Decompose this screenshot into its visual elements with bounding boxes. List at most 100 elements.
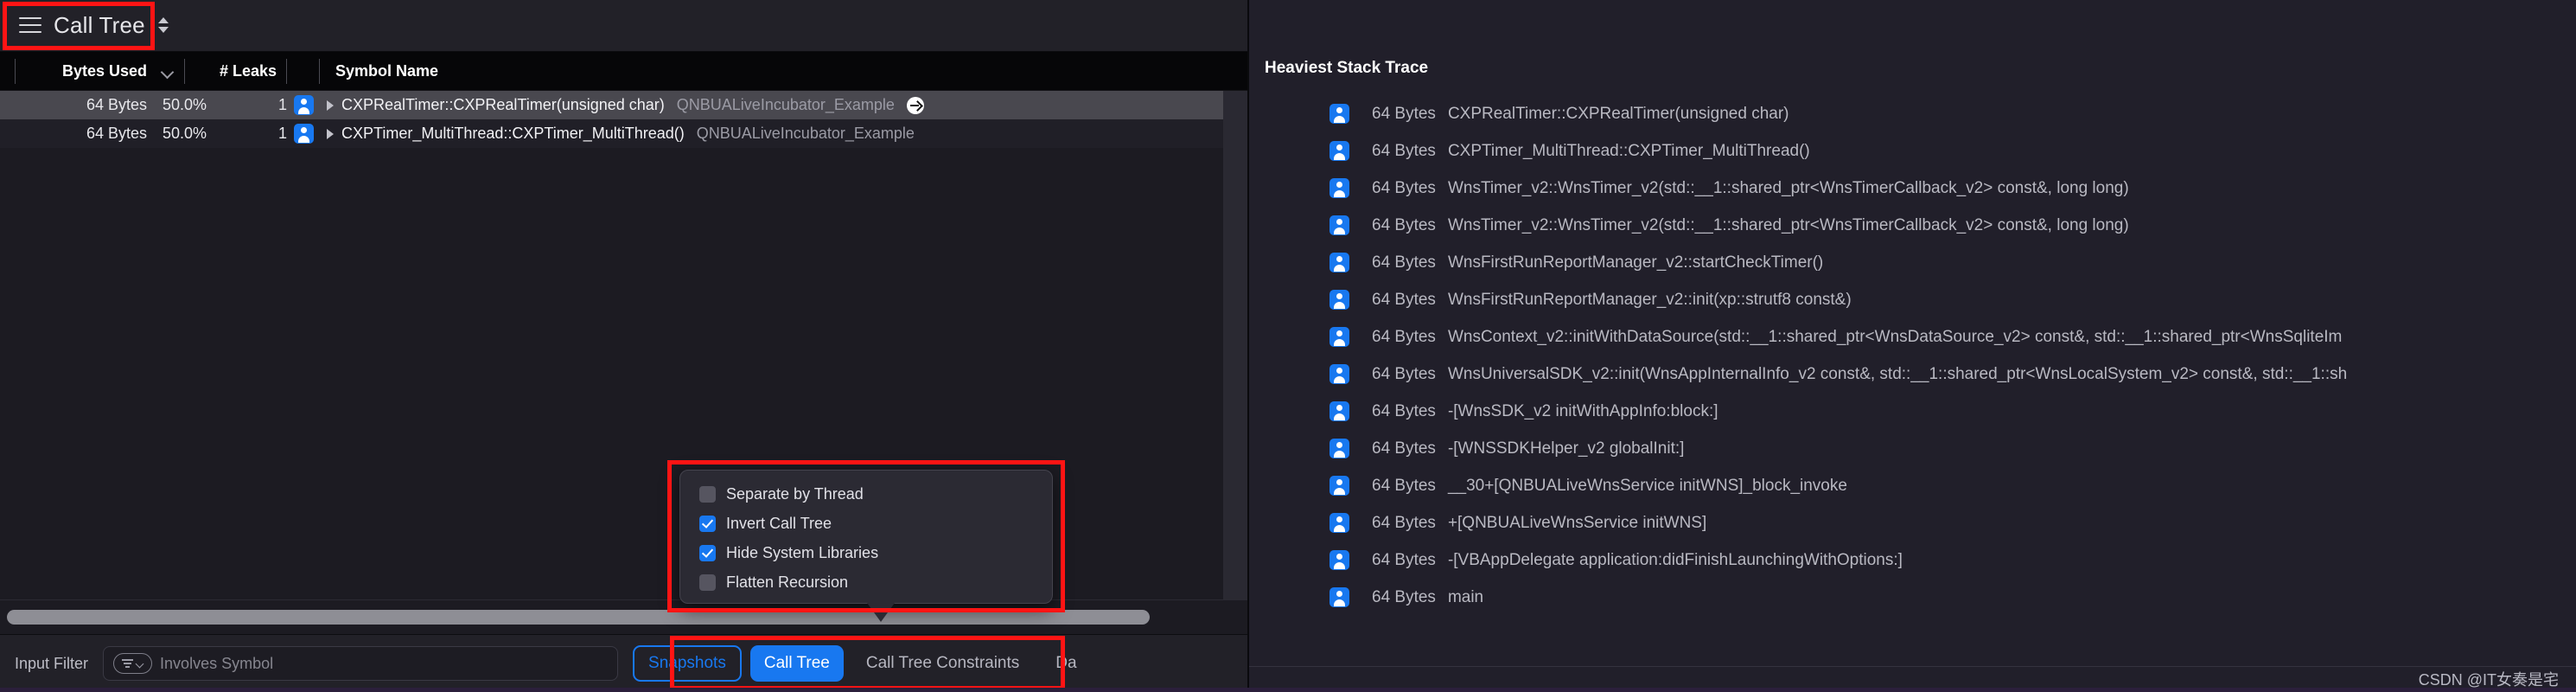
disclosure-triangle-icon[interactable] — [327, 128, 334, 139]
stack-trace-row[interactable]: 64 Bytes +[QNBUALiveWnsService initWNS] — [1249, 504, 2576, 541]
stack-trace-row[interactable]: 64 Bytes -[VBAppDelegate application:didF… — [1249, 541, 2576, 579]
stack-trace-row[interactable]: 64 Bytes __30+[QNBUALiveWnsService initWN… — [1249, 467, 2576, 504]
stack-trace-symbol: __30+[QNBUALiveWnsService initWNS]_block… — [1447, 476, 1847, 495]
column-header-symbol-name-label: Symbol Name — [335, 61, 439, 80]
stack-trace-bytes: 64 Bytes — [1372, 439, 1436, 458]
checkbox-unchecked-icon[interactable] — [699, 573, 716, 591]
disclosure-triangle-icon[interactable] — [327, 99, 334, 111]
stack-trace-bytes: 64 Bytes — [1372, 401, 1436, 420]
stack-trace-row[interactable]: 64 Bytes WnsFirstRunReportManager_v2::ini… — [1249, 281, 2576, 318]
tab-call-tree-constraints[interactable]: Call Tree Constraints — [852, 645, 1033, 682]
column-header-bytes-used-label: Bytes Used — [61, 61, 147, 80]
stack-trace-symbol: -[WnsSDK_v2 initWithAppInfo:block:] — [1447, 401, 1718, 420]
person-icon — [293, 95, 314, 115]
table-row[interactable]: 64 Bytes 50.0% 1 CXPRealTimer::CXPRealTi… — [0, 91, 1223, 119]
option-label: Separate by Thread — [726, 484, 864, 503]
column-sort-indicator[interactable] — [150, 52, 185, 91]
stack-trace-list[interactable]: 64 Bytes CXPRealTimer::CXPRealTimer(unsig… — [1249, 95, 2576, 616]
stack-trace-row[interactable]: 64 Bytes -[WnsSDK_v2 initWithAppInfo:bloc… — [1249, 393, 2576, 430]
stack-trace-symbol: CXPRealTimer::CXPRealTimer(unsigned char… — [1447, 104, 1789, 123]
option-hide-system-libraries[interactable]: Hide System Libraries — [680, 538, 1052, 567]
filter-scope-button[interactable] — [113, 653, 153, 674]
stack-trace-symbol: WnsFirstRunReportManager_v2::init(xp::st… — [1447, 290, 1852, 309]
checkbox-checked-icon[interactable] — [699, 515, 716, 532]
tab-data-mining[interactable]: Da — [1042, 645, 1090, 682]
table-row[interactable]: 64 Bytes 50.0% 1 CXPTimer_MultiThread::C… — [0, 119, 1223, 148]
cell-num-leaks: 1 — [277, 96, 287, 113]
table-header-row: Bytes Used # Leaks Symbol Name — [0, 52, 1247, 91]
stack-trace-symbol: -[WNSSDKHelper_v2 globalInit:] — [1447, 439, 1685, 458]
popup-pointer-tail — [867, 603, 895, 622]
option-flatten-recursion[interactable]: Flatten Recursion — [680, 567, 1052, 597]
person-icon — [1329, 401, 1349, 421]
stack-trace-bytes: 64 Bytes — [1372, 141, 1436, 160]
person-icon — [1329, 290, 1349, 310]
segmented-control[interactable]: Snapshots Call Tree Call Tree Constraint… — [633, 645, 1091, 682]
search-input[interactable]: Involves Symbol — [103, 646, 619, 681]
column-header-bytes-used[interactable]: Bytes Used — [16, 52, 150, 91]
row-icon-cell — [287, 124, 320, 144]
cell-bytes-used: 64 Bytes — [86, 96, 147, 113]
stack-trace-symbol: WnsTimer_v2::WnsTimer_v2(std::__1::share… — [1447, 215, 2129, 234]
stack-trace-row[interactable]: 64 Bytes -[WNSSDKHelper_v2 globalInit:] — [1249, 430, 2576, 467]
stack-trace-row[interactable]: 64 Bytes CXPRealTimer::CXPRealTimer(unsig… — [1249, 95, 2576, 132]
person-icon — [1329, 513, 1349, 533]
call-tree-options-popup[interactable]: Separate by Thread Invert Call Tree Hide… — [679, 470, 1053, 604]
call-tree-pane: Call Tree Bytes Used # Leaks Symbol Name — [0, 0, 1247, 692]
option-separate-by-thread[interactable]: Separate by Thread — [680, 479, 1052, 509]
cell-percent: 50.0% — [163, 125, 207, 142]
page-title: Heaviest Stack Trace — [1265, 59, 1429, 77]
option-label: Flatten Recursion — [726, 573, 849, 591]
symbol-name-text: CXPTimer_MultiThread::CXPTimer_MultiThre… — [341, 125, 685, 142]
row-icon-cell — [287, 95, 320, 115]
horizontal-scrollbar[interactable] — [0, 599, 1247, 634]
stack-trace-row[interactable]: 64 Bytes WnsUniversalSDK_v2::init(WnsAppI… — [1249, 356, 2576, 393]
call-tree-menu-button[interactable]: Call Tree — [12, 7, 182, 43]
stack-trace-bytes: 64 Bytes — [1372, 513, 1436, 532]
stack-trace-row[interactable]: 64 Bytes WnsTimer_v2::WnsTimer_v2(std::__… — [1249, 207, 2576, 244]
column-header-num-leaks-label: # Leaks — [219, 61, 277, 80]
person-icon — [1329, 364, 1349, 384]
vertical-scrollbar[interactable] — [1223, 91, 1247, 599]
stack-trace-symbol: +[QNBUALiveWnsService initWNS] — [1447, 513, 1707, 532]
stack-trace-row[interactable]: 64 Bytes WnsTimer_v2::WnsTimer_v2(std::__… — [1249, 170, 2576, 207]
option-invert-call-tree[interactable]: Invert Call Tree — [680, 509, 1052, 538]
tab-snapshots[interactable]: Snapshots — [633, 645, 742, 682]
stack-trace-bytes: 64 Bytes — [1372, 476, 1436, 495]
person-icon — [1329, 141, 1349, 161]
stack-trace-symbol: CXPTimer_MultiThread::CXPTimer_MultiThre… — [1447, 141, 1810, 160]
window-bottom-edge — [0, 688, 2576, 692]
jump-to-source-arrow-icon[interactable] — [906, 96, 924, 114]
column-header-num-leaks[interactable]: # Leaks — [185, 52, 287, 91]
horizontal-scrollbar-thumb[interactable] — [7, 610, 1150, 625]
stack-trace-symbol: -[VBAppDelegate application:didFinishLau… — [1447, 550, 1903, 569]
option-label: Hide System Libraries — [726, 543, 879, 561]
stack-trace-bytes: 64 Bytes — [1372, 104, 1436, 123]
stack-trace-row[interactable]: 64 Bytes WnsContext_v2::initWithDataSourc… — [1249, 318, 2576, 356]
person-icon — [1329, 476, 1349, 496]
instruments-leaks-window: Call Tree Bytes Used # Leaks Symbol Name — [0, 0, 2576, 692]
header-gap — [287, 52, 320, 91]
cell-bytes-used: 64 Bytes — [86, 125, 147, 142]
bottom-toolbar: Input Filter Involves Symbol Snapshots C… — [0, 634, 1247, 692]
stack-trace-row[interactable]: 64 Bytes WnsFirstRunReportManager_v2::sta… — [1249, 244, 2576, 281]
input-filter-label: Input Filter — [15, 654, 89, 672]
person-icon — [1329, 587, 1349, 607]
stack-trace-bytes: 64 Bytes — [1372, 364, 1436, 383]
binary-name-text: QNBUALiveIncubator_Example — [676, 96, 895, 113]
symbol-name-text: CXPRealTimer::CXPRealTimer(unsigned char… — [341, 96, 665, 113]
checkbox-checked-icon[interactable] — [699, 544, 716, 561]
column-header-symbol-name[interactable]: Symbol Name — [320, 52, 1098, 91]
tab-call-tree[interactable]: Call Tree — [749, 645, 844, 682]
stack-trace-row[interactable]: 64 Bytes CXPTimer_MultiThread::CXPTimer_M… — [1249, 132, 2576, 170]
cell-symbol-name: CXPTimer_MultiThread::CXPTimer_MultiThre… — [320, 125, 915, 143]
person-icon — [293, 124, 314, 144]
checkbox-unchecked-icon[interactable] — [699, 485, 716, 503]
cell-num-leaks: 1 — [277, 125, 287, 142]
person-icon — [1329, 327, 1349, 347]
person-icon — [1329, 439, 1349, 458]
stack-trace-symbol: WnsUniversalSDK_v2::init(WnsAppInternalI… — [1447, 364, 2348, 383]
person-icon — [1329, 253, 1349, 272]
stack-trace-row[interactable]: 64 Bytes main — [1249, 579, 2576, 616]
up-down-chevron-icon[interactable] — [157, 15, 169, 35]
